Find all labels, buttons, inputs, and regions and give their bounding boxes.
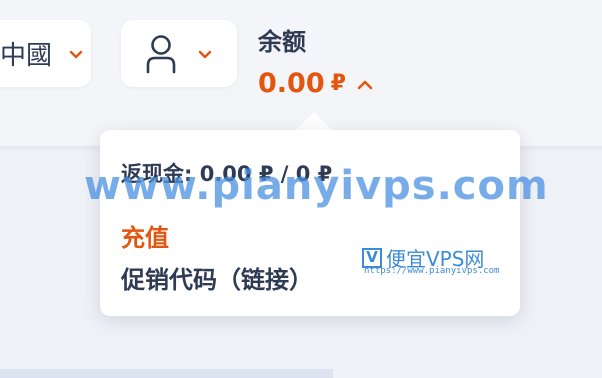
balance-widget[interactable]: 余额 0.00 ₽ <box>258 26 374 100</box>
chevron-down-icon <box>69 50 83 58</box>
balance-dropdown: 返现金: 0.00 ₽ / 0 ₽ 充值 促销代码（链接） <box>100 130 520 316</box>
language-selector[interactable]: 中國 <box>0 20 91 87</box>
balance-label: 余额 <box>258 28 306 56</box>
watermark-text: www.pianyivps.com <box>84 163 549 209</box>
chevron-down-icon <box>198 50 212 58</box>
balance-amount: 0.00 <box>258 68 325 99</box>
balance-toggle[interactable]: 0.00 ₽ <box>258 68 374 100</box>
user-icon <box>146 34 176 73</box>
user-menu-button[interactable] <box>121 20 237 87</box>
promo-code-link[interactable]: 促销代码（链接） <box>121 260 313 295</box>
language-label: 中國 <box>0 41 53 71</box>
watermark-url: https://www.pianyivps.com <box>364 266 500 276</box>
content-panel-edge <box>0 369 333 378</box>
watermark-logo-icon: V <box>362 247 382 268</box>
balance-currency: ₽ <box>330 71 346 96</box>
topup-link[interactable]: 充值 <box>121 218 169 253</box>
chevron-up-icon <box>357 80 373 90</box>
dropdown-pointer <box>296 112 332 130</box>
